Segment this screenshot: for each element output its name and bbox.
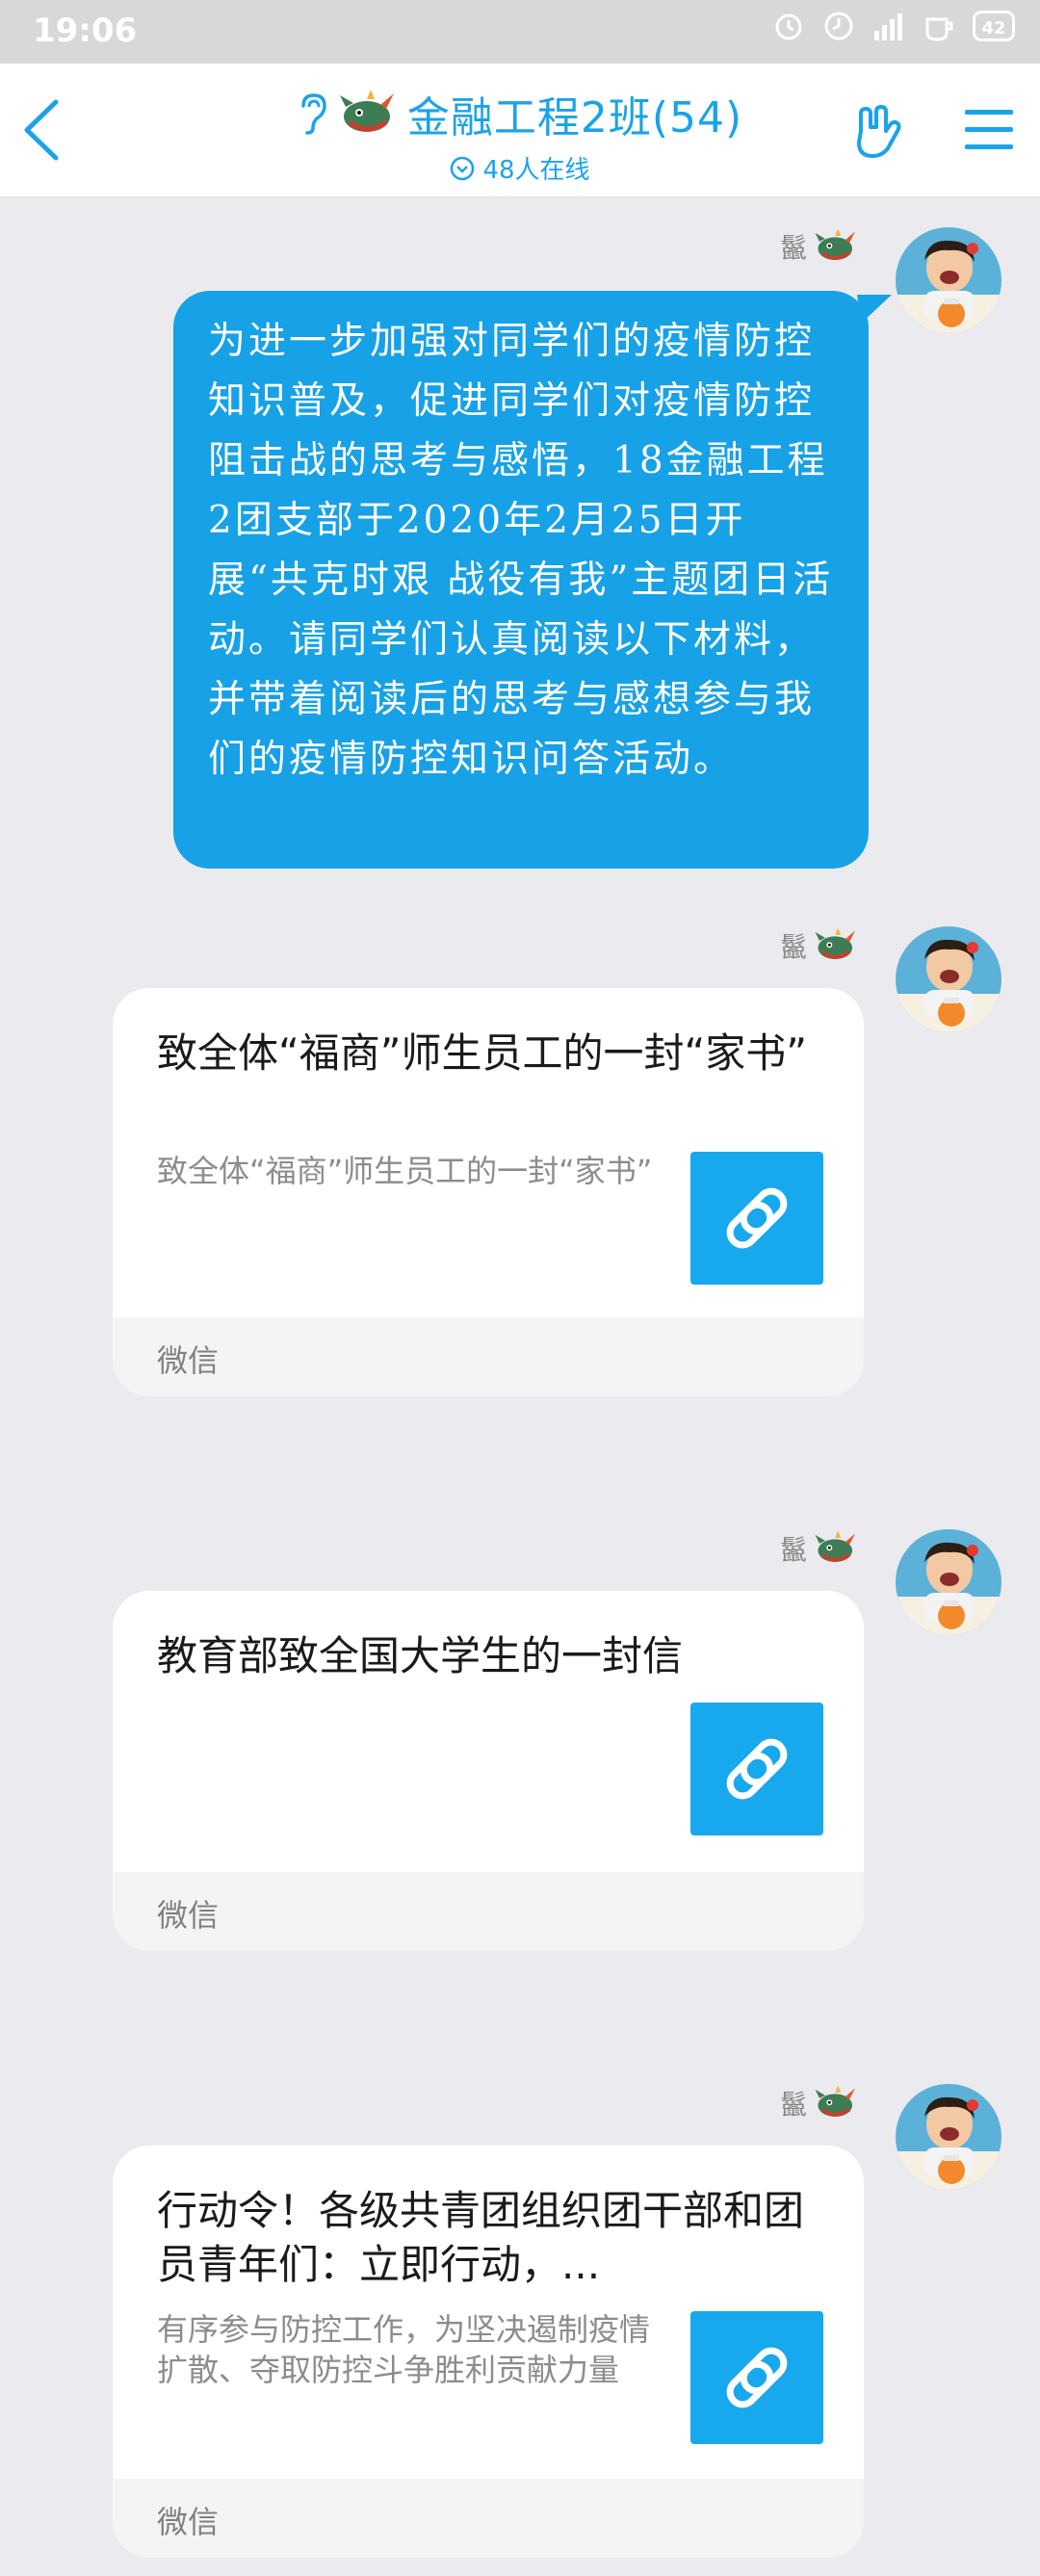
card-title: 致全体“福商”师生员工的一封“家书” [157, 1029, 808, 1077]
message-text: 为进一步加强对同学们的疫情防控知识普及，促进同学们对疫情防控阻击战的思考与感悟，… [208, 320, 834, 781]
avatar[interactable] [896, 1529, 1001, 1635]
cup-icon [925, 17, 953, 41]
link-thumbnail [690, 1703, 823, 1835]
avatar[interactable] [896, 926, 1001, 1032]
card-title: 行动令！各级共青团组织团干部和团员青年们：立即行动，... [157, 2187, 805, 2288]
status-bar: 19:06 42 [0, 0, 1040, 64]
dragon-badge-icon [813, 2084, 857, 2119]
group-title: 金融工程2班(54) [406, 93, 743, 143]
card-source: 微信 [157, 2504, 220, 2540]
card-footer: 微信 [113, 2479, 864, 2558]
card-title: 教育部致全国大学生的一封信 [157, 1632, 684, 1679]
sender-name: 鬣 [780, 1529, 859, 1568]
card-footer: 微信 [113, 1872, 864, 1951]
avatar[interactable] [896, 2084, 1001, 2190]
avatar[interactable] [896, 227, 1001, 333]
status-time: 19:06 [33, 12, 138, 50]
clock-icon [824, 12, 853, 40]
text-message-bubble[interactable]: 为进一步加强对同学们的疫情防控知识普及，促进同学们对疫情防控阻击战的思考与感悟，… [173, 291, 869, 869]
link-icon [704, 1165, 810, 1271]
dragon-badge-icon [813, 926, 857, 961]
card-description: 致全体“福商”师生员工的一封“家书” [157, 1153, 653, 1189]
card-source: 微信 [157, 1342, 220, 1379]
back-icon[interactable] [17, 96, 65, 164]
alarm-icon [775, 13, 802, 40]
menu-icon[interactable] [963, 108, 1015, 152]
battery-icon: 42 [973, 11, 1015, 41]
group-title-area[interactable]: 金融工程2班(54) 48人在线 [231, 83, 809, 186]
ear-icon [301, 93, 326, 135]
hand-gesture-icon[interactable] [847, 102, 905, 160]
link-card[interactable]: 致全体“福商”师生员工的一封“家书” 致全体“福商”师生员工的一封“家书” 微信 [113, 988, 864, 1396]
sender-name: 鬣 [780, 2084, 859, 2122]
link-thumbnail [690, 2311, 823, 2444]
dragon-badge-icon [813, 227, 857, 262]
online-count: 48人在线 [482, 156, 590, 185]
link-icon [704, 1716, 810, 1822]
link-card[interactable]: 教育部致全国大学生的一封信 微信 [113, 1591, 864, 1951]
link-card[interactable]: 行动令！各级共青团组织团干部和团员青年们：立即行动，... 有序参与防控工作，为… [113, 2146, 864, 2558]
chevron-circle-icon [451, 156, 475, 180]
sender-name: 鬣 [780, 926, 859, 965]
link-icon [704, 2325, 810, 2431]
signal-icon [874, 13, 902, 40]
dragon-badge-icon [813, 1529, 857, 1564]
dragon-icon [338, 88, 398, 140]
sender-name: 鬣 [780, 227, 859, 266]
card-description: 有序参与防控工作，为坚决遏制疫情扩散、夺取防控斗争胜利贡献力量 [157, 2311, 651, 2388]
link-thumbnail [690, 1152, 823, 1285]
chat-header: 金融工程2班(54) 48人在线 [0, 64, 1040, 197]
card-footer: 微信 [113, 1317, 864, 1396]
card-source: 微信 [157, 1897, 220, 1934]
status-icons: 42 [772, 10, 1015, 42]
